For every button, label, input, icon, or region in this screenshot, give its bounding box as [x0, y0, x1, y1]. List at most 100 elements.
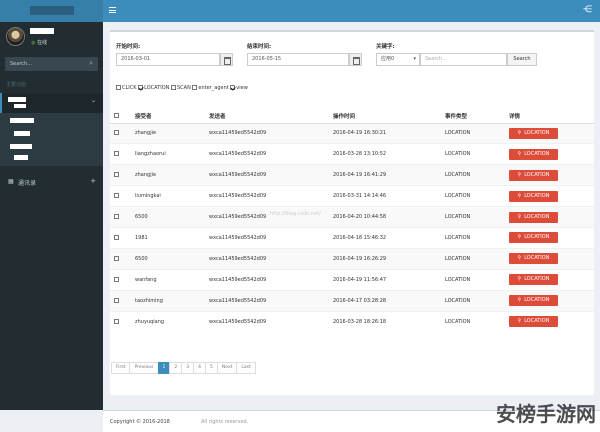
cell-receiver: liumingkai — [135, 185, 209, 207]
table-row: 6500 wxca11459ed5542d09 2016-04-20 10:44:5… — [110, 206, 594, 228]
main-box: 开始时间: 2016-03-01 结束时间: 2016-05-15 关键字: 应… — [110, 30, 594, 395]
row-checkbox[interactable] — [114, 151, 119, 157]
sidebar-toggle-icon[interactable] — [109, 7, 116, 13]
checkbox-click[interactable] — [116, 85, 121, 90]
filter-location[interactable]: LOCATION — [138, 85, 169, 91]
submenu-item-redacted[interactable] — [10, 144, 32, 149]
checkbox-view[interactable] — [230, 85, 236, 90]
grid-icon: ▦ — [8, 178, 14, 185]
end-date-input[interactable]: 2016-05-15 — [247, 53, 349, 66]
page-link[interactable]: Next — [216, 362, 238, 374]
location-button[interactable]: ⚲ LOCATION — [509, 190, 558, 202]
cell-receiver: 6500 — [135, 206, 209, 228]
filter-label: enter_agent — [198, 85, 229, 91]
row-checkbox[interactable] — [114, 214, 119, 219]
sidebar-item-active[interactable]: ⌄ — [0, 93, 103, 113]
location-button[interactable]: ⚲ LOCATION — [509, 127, 558, 139]
cell-receiver: 1981 — [135, 226, 209, 249]
calendar-icon[interactable] — [349, 53, 362, 66]
row-select-cell — [110, 268, 135, 291]
logo-area[interactable] — [0, 0, 103, 22]
table-row: zhangjie wxca11459ed5542d09 2016-04-19 16:… — [110, 164, 594, 186]
cell-event: LOCATION — [445, 143, 509, 165]
start-date-input[interactable]: 2016-03-01 — [116, 53, 220, 66]
location-button[interactable]: ⚲ LOCATION — [509, 295, 558, 307]
select-all-cell — [110, 110, 135, 124]
map-marker-icon: ⚲ — [517, 276, 522, 283]
row-checkbox[interactable] — [114, 130, 119, 136]
page-link[interactable]: Previous — [129, 362, 159, 374]
cell-event: LOCATION — [445, 310, 509, 332]
cell-detail: ⚲ LOCATION — [509, 143, 594, 165]
app-select[interactable]: 应用0 ▾ — [376, 53, 420, 66]
copyright-text: Copyright © 2016-2018 — [110, 419, 170, 425]
row-checkbox[interactable] — [114, 255, 119, 261]
cell-time: 2016-03-28 18:26:18 — [333, 310, 445, 332]
sidebar-item-label: 通讯录 — [18, 180, 37, 187]
cell-detail: ⚲ LOCATION — [509, 226, 594, 249]
sidebar: ● 在线 ⌕ 主要功能 ⌄ ▦ 通讯录 + — [0, 22, 103, 410]
filter-click[interactable]: CLICK — [116, 85, 137, 91]
submenu-item-redacted[interactable] — [14, 155, 28, 160]
checkbox-location[interactable] — [138, 85, 144, 90]
location-button[interactable]: ⚲ LOCATION — [509, 169, 558, 181]
table-header-row: 接受者 发送者 操作时间 事件类型 详情 — [110, 110, 594, 124]
page-link[interactable]: First — [111, 362, 131, 374]
row-checkbox[interactable] — [114, 318, 119, 324]
location-button[interactable]: ⚲ LOCATION — [509, 274, 558, 286]
user-status-label: 在线 — [36, 40, 47, 46]
filter-label: view — [236, 85, 248, 91]
cell-sender: wxca11459ed5542d09 — [209, 164, 333, 186]
location-button[interactable]: ⚲ LOCATION — [509, 148, 558, 160]
filter-view[interactable]: view — [230, 85, 248, 91]
sidebar-item-contacts[interactable]: ▦ 通讯录 + — [0, 175, 103, 189]
cell-event: LOCATION — [445, 164, 509, 186]
logo-redacted — [30, 6, 74, 15]
filter-scan[interactable]: SCAN — [171, 85, 191, 91]
filter-label: SCAN — [177, 85, 191, 91]
location-button-label: LOCATION — [524, 297, 550, 304]
col-time: 操作时间 — [333, 110, 445, 124]
keyword-input[interactable]: Search... — [420, 53, 507, 66]
sidebar-search-input[interactable] — [5, 57, 85, 71]
sidebar-submenu — [0, 113, 103, 166]
event-filters: CLICK LOCATION SCAN enter_agent view — [116, 85, 248, 91]
row-checkbox[interactable] — [114, 234, 119, 240]
row-checkbox[interactable] — [114, 297, 119, 303]
checkbox-enter-agent[interactable] — [192, 85, 198, 90]
checkbox-scan[interactable] — [171, 85, 176, 90]
share-icon[interactable]: ⋲ — [583, 5, 592, 15]
calendar-icon[interactable] — [220, 53, 233, 66]
row-checkbox[interactable] — [114, 193, 119, 199]
cell-time: 2016-04-20 10:44:58 — [333, 206, 445, 228]
map-marker-icon: ⚲ — [517, 213, 522, 220]
location-button[interactable]: ⚲ LOCATION — [509, 211, 558, 223]
row-checkbox[interactable] — [114, 276, 119, 282]
search-button[interactable]: Search — [507, 53, 537, 66]
location-button[interactable]: ⚲ LOCATION — [509, 232, 558, 244]
map-marker-icon: ⚲ — [517, 297, 522, 304]
map-marker-icon: ⚲ — [517, 192, 522, 199]
submenu-item-redacted[interactable] — [14, 131, 30, 136]
row-checkbox[interactable] — [114, 172, 119, 178]
keyword-label: 关键字: — [376, 44, 395, 50]
table-row: 1981 wxca11459ed5542d09 2016-04-18 15:46:3… — [110, 226, 594, 249]
cell-event: LOCATION — [445, 268, 509, 291]
submenu-item-redacted[interactable] — [10, 118, 34, 123]
location-button[interactable]: ⚲ LOCATION — [509, 253, 558, 265]
row-select-cell — [110, 247, 135, 270]
cell-receiver: wanfang — [135, 268, 209, 291]
cell-event: LOCATION — [445, 289, 509, 312]
select-all-checkbox[interactable] — [114, 113, 119, 119]
row-select-cell — [110, 289, 135, 312]
table-row: wanfang wxca11459ed5542d09 2016-04-19 11:5… — [110, 268, 594, 291]
map-marker-icon: ⚲ — [517, 150, 522, 157]
location-button-label: LOCATION — [524, 171, 550, 178]
page-link[interactable]: Last — [236, 362, 256, 374]
filter-enter-agent[interactable]: enter_agent — [192, 85, 229, 91]
location-button-label: LOCATION — [524, 129, 550, 136]
location-button[interactable]: ⚲ LOCATION — [509, 316, 558, 328]
search-icon[interactable]: ⌕ — [89, 59, 93, 68]
cell-detail: ⚲ LOCATION — [509, 206, 594, 228]
table-row: 6500 wxca11459ed5542d09 2016-04-19 16:26:2… — [110, 247, 594, 270]
